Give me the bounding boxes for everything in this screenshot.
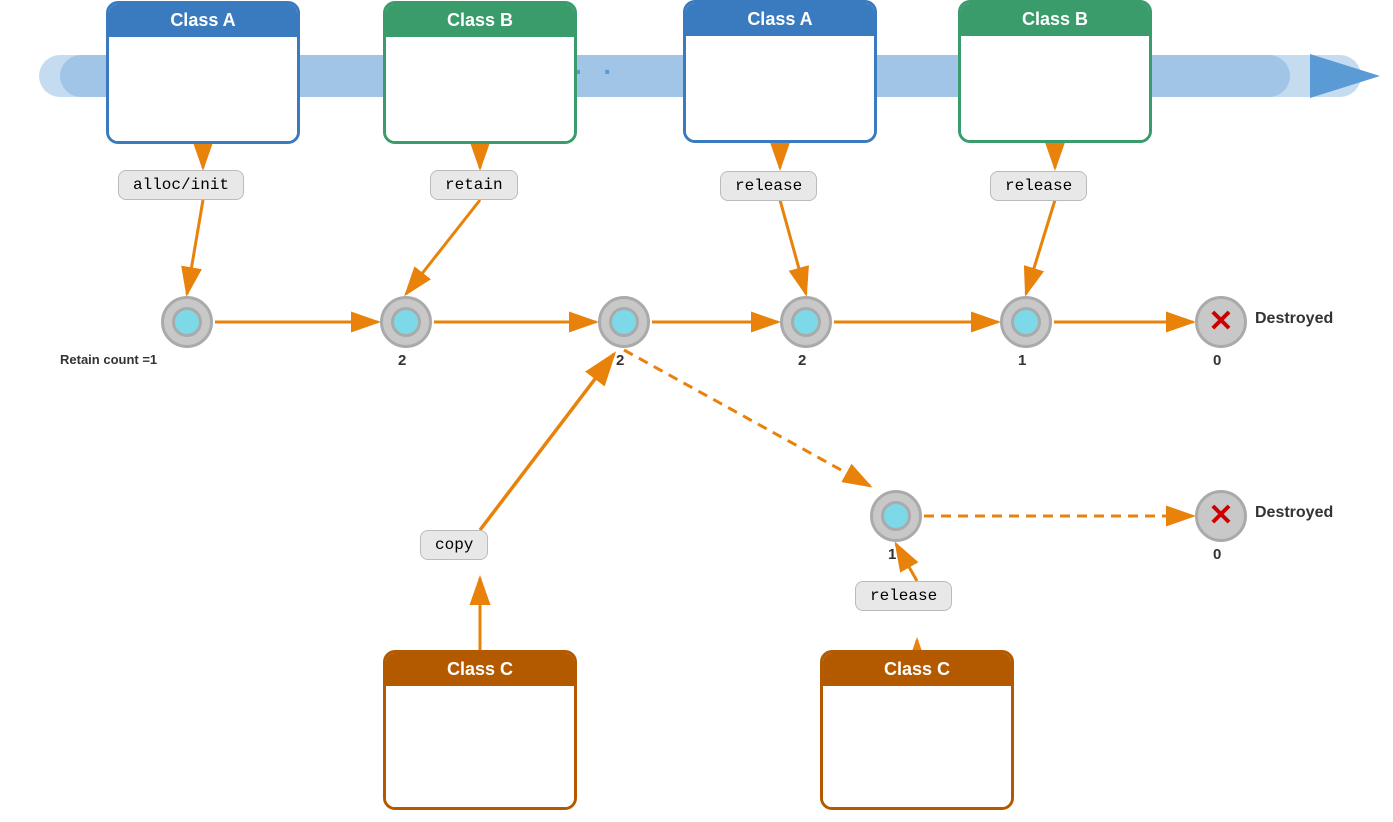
alloc-init-label: alloc/init — [118, 170, 244, 200]
class-b1-header: Class B — [386, 4, 574, 37]
count-label-d1: 0 — [1213, 352, 1221, 369]
class-a1-box: Class A — [106, 1, 300, 144]
release1-label: release — [720, 171, 817, 201]
rc-circle-7 — [870, 490, 922, 542]
class-c2-header: Class C — [823, 653, 1011, 686]
rc-circle-1 — [161, 296, 213, 348]
destroyed-label-1: Destroyed — [1255, 310, 1333, 328]
class-c1-box: Class C — [383, 650, 577, 810]
destroyed-circle-2: ✕ — [1195, 490, 1247, 542]
count-label-7: 1 — [888, 546, 896, 563]
retain-label: retain — [430, 170, 518, 200]
release2-label: release — [990, 171, 1087, 201]
count-label-d2: 0 — [1213, 546, 1221, 563]
class-a2-box: Class A — [683, 0, 877, 143]
release3-label: release — [855, 581, 952, 611]
rc-circle-2 — [380, 296, 432, 348]
class-b2-box: Class B — [958, 0, 1152, 143]
rc-circle-3 — [598, 296, 650, 348]
class-b2-header: Class B — [961, 3, 1149, 36]
count-label-1: Retain count =1 — [60, 352, 157, 367]
rc-circle-5 — [1000, 296, 1052, 348]
class-b1-box: Class B — [383, 1, 577, 144]
count-label-4: 2 — [798, 352, 806, 369]
diagram: · · · Class A Class B Class A Class B Cl… — [0, 0, 1393, 822]
copy-label: copy — [420, 530, 488, 560]
count-label-5: 1 — [1018, 352, 1026, 369]
class-c2-box: Class C — [820, 650, 1014, 810]
class-a2-header: Class A — [686, 3, 874, 36]
rc-circle-4 — [780, 296, 832, 348]
destroyed-circle-1: ✕ — [1195, 296, 1247, 348]
count-label-3: 2 — [616, 352, 624, 369]
class-a1-header: Class A — [109, 4, 297, 37]
count-label-2: 2 — [398, 352, 406, 369]
destroyed-label-2: Destroyed — [1255, 504, 1333, 522]
class-c1-header: Class C — [386, 653, 574, 686]
